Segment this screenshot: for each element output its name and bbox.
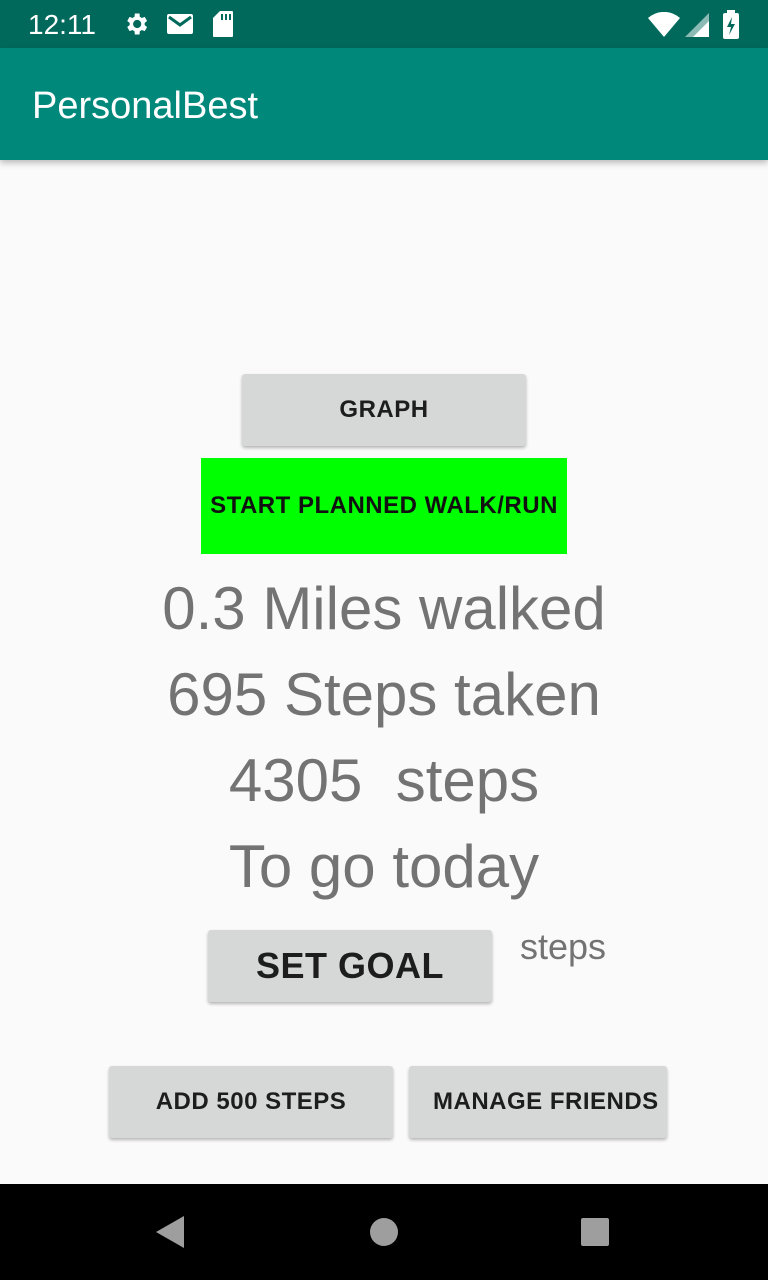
stats-text: 0.3 Miles walked 695 Steps taken 4305 st… bbox=[0, 566, 768, 910]
cell-signal-icon bbox=[684, 12, 710, 43]
home-icon[interactable] bbox=[336, 1184, 432, 1280]
navigation-bar bbox=[0, 1184, 768, 1280]
app-title: PersonalBest bbox=[32, 85, 259, 127]
graph-button[interactable]: GRAPH bbox=[242, 374, 526, 446]
steps-taken-text: 695 Steps taken bbox=[167, 661, 601, 728]
recents-icon[interactable] bbox=[547, 1184, 643, 1280]
wifi-icon bbox=[648, 11, 680, 43]
sd-card-icon bbox=[212, 10, 234, 43]
app-bar: PersonalBest bbox=[0, 48, 768, 160]
goal-unit-label: steps bbox=[520, 926, 607, 967]
status-time: 12:11 bbox=[28, 9, 96, 40]
status-bar: 12:11 bbox=[0, 0, 768, 48]
manage-friends-button[interactable]: MANAGE FRIENDS bbox=[409, 1066, 667, 1138]
steps-remaining-text: 4305 steps bbox=[228, 747, 540, 814]
start-planned-walk-button[interactable]: START PLANNED WALK/RUN bbox=[201, 458, 567, 554]
to-go-today-text: To go today bbox=[228, 833, 540, 900]
back-icon[interactable] bbox=[122, 1184, 218, 1280]
mail-icon bbox=[166, 12, 194, 41]
add-500-steps-button[interactable]: ADD 500 STEPS bbox=[109, 1066, 393, 1138]
battery-charging-icon bbox=[722, 10, 740, 45]
settings-gear-icon bbox=[122, 10, 150, 43]
miles-walked-text: 0.3 Miles walked bbox=[162, 575, 606, 642]
set-goal-button[interactable]: SET GOAL bbox=[208, 930, 492, 1002]
